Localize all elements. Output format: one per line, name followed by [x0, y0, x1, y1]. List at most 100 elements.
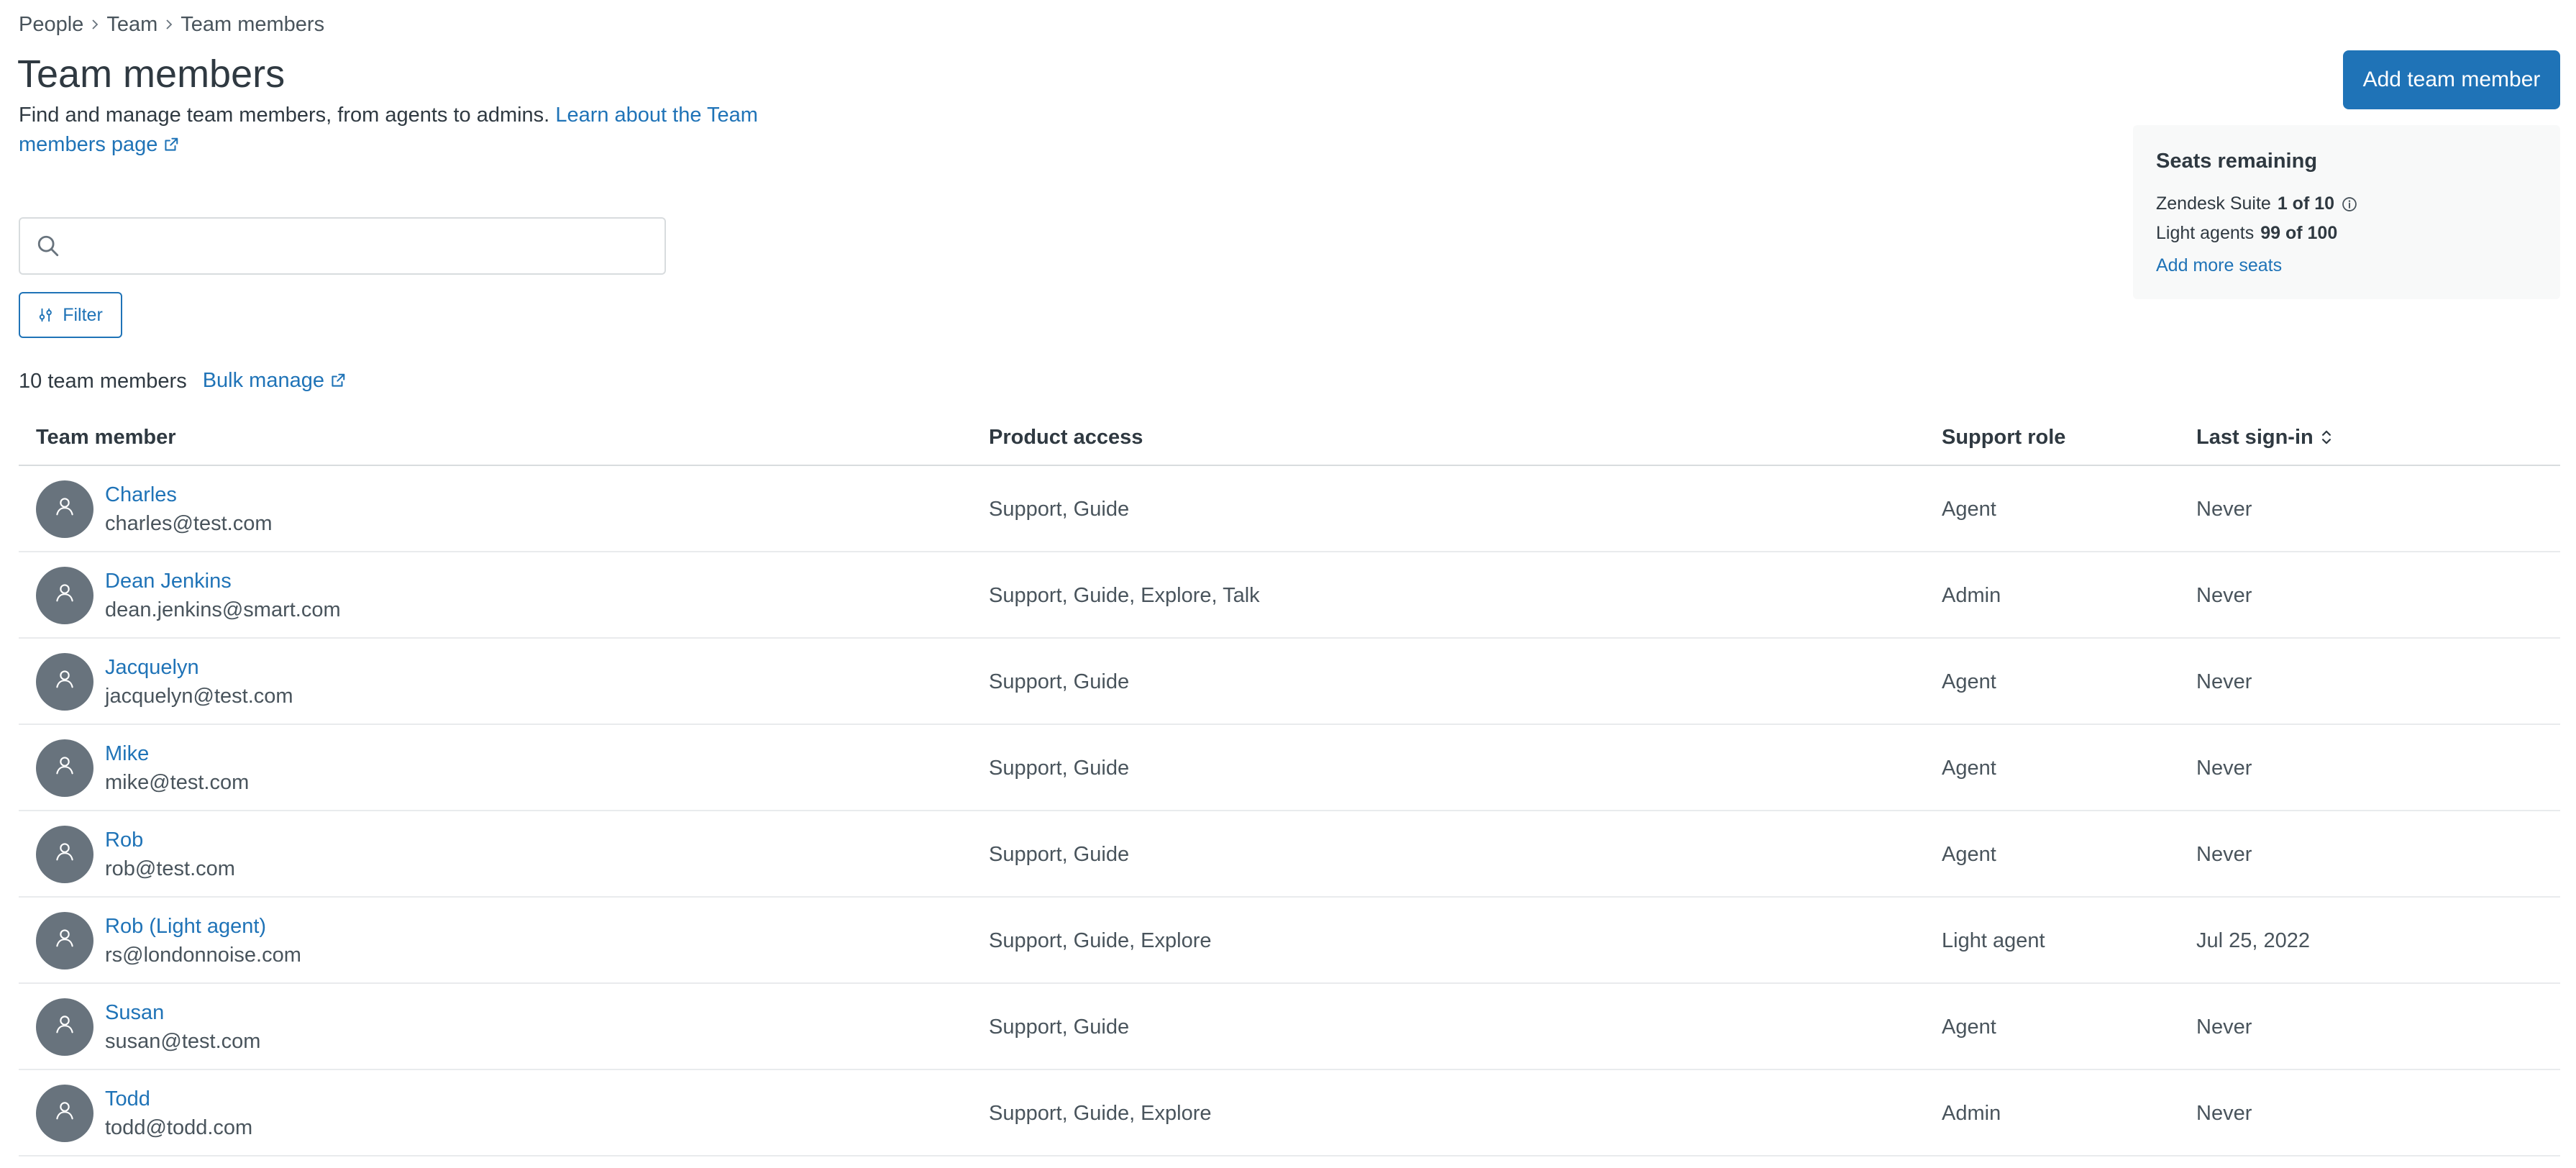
last-sign-in-cell: Jul 25, 2022 [2196, 929, 2311, 952]
breadcrumb-team[interactable]: Team [106, 13, 157, 37]
light-agent-seats-row: Light agents 99 of 100 [2156, 219, 2537, 248]
table-row: Charles charles@test.com Support, Guide … [19, 466, 2560, 552]
summary-line: 10 team members Bulk manage [19, 367, 346, 396]
avatar [36, 739, 93, 797]
support-role-cell: Agent [1942, 1015, 1996, 1039]
suite-seats-label: Zendesk Suite [2156, 193, 2271, 214]
product-access-cell: Support, Guide [989, 842, 1130, 866]
table-row: Todd todd@todd.com Support, Guide, Explo… [19, 1070, 2560, 1156]
support-role-cell: Admin [1942, 583, 2001, 607]
member-cell: Dean Jenkins dean.jenkins@smart.com [36, 552, 341, 639]
search-input[interactable] [72, 233, 650, 259]
member-email: rob@test.com [105, 857, 235, 880]
member-email: charles@test.com [105, 512, 273, 535]
breadcrumb: People Team Team members [19, 10, 324, 39]
table-body: Charles charles@test.com Support, Guide … [19, 466, 2560, 1156]
suite-seats-value: 1 of 10 [2277, 193, 2335, 214]
table-row: Dean Jenkins dean.jenkins@smart.com Supp… [19, 552, 2560, 639]
filter-icon [38, 307, 54, 323]
bulk-manage-label: Bulk manage [202, 368, 324, 392]
filter-label: Filter [63, 304, 103, 325]
support-role-cell: Agent [1942, 756, 1996, 780]
chevron-right-icon [83, 19, 106, 30]
last-sign-in-label: Last sign-in [2196, 425, 2314, 449]
avatar [36, 826, 93, 883]
avatar [36, 653, 93, 711]
user-icon [52, 580, 77, 611]
column-header-last-sign-in[interactable]: Last sign-in [2196, 410, 2334, 465]
page-title: Team members [17, 53, 286, 96]
product-access-cell: Support, Guide, Explore [989, 1101, 1212, 1125]
member-email: susan@test.com [105, 1030, 261, 1053]
external-link-icon [330, 370, 346, 394]
last-sign-in-cell: Never [2196, 583, 2252, 607]
user-icon [52, 839, 77, 870]
last-sign-in-cell: Never [2196, 842, 2252, 866]
member-email: dean.jenkins@smart.com [105, 598, 341, 621]
support-role-cell: Agent [1942, 670, 1996, 693]
bulk-manage-link[interactable]: Bulk manage [203, 369, 346, 394]
seats-remaining-panel: Seats remaining Zendesk Suite 1 of 10 Li… [2133, 125, 2560, 299]
avatar [36, 912, 93, 969]
last-sign-in-cell: Never [2196, 497, 2252, 521]
product-access-cell: Support, Guide [989, 497, 1130, 521]
user-icon [52, 494, 77, 524]
member-cell: Susan susan@test.com [36, 984, 260, 1070]
avatar [36, 480, 93, 538]
filter-button[interactable]: Filter [19, 292, 122, 338]
seats-title: Seats remaining [2156, 150, 2318, 173]
product-access-cell: Support, Guide [989, 670, 1130, 693]
add-team-member-button[interactable]: Add team member [2343, 50, 2560, 109]
member-name-link[interactable]: Dean Jenkins [105, 567, 341, 596]
member-cell: Todd todd@todd.com [36, 1070, 252, 1156]
column-header-support-role: Support role [1942, 425, 2066, 449]
user-icon [52, 926, 77, 956]
member-name-link[interactable]: Susan [105, 998, 260, 1027]
user-icon [52, 667, 77, 697]
member-email: mike@test.com [105, 771, 250, 794]
team-members-table: Team member Product access Support role … [19, 410, 2560, 1156]
page-description: Find and manage team members, from agent… [19, 101, 795, 161]
table-row: Mike mike@test.com Support, Guide Agent … [19, 725, 2560, 811]
table-row: Jacquelyn jacquelyn@test.com Support, Gu… [19, 639, 2560, 725]
support-role-cell: Admin [1942, 1101, 2001, 1125]
member-email: rs@londonnoise.com [105, 944, 301, 967]
last-sign-in-cell: Never [2196, 1015, 2252, 1039]
breadcrumb-people[interactable]: People [19, 13, 83, 37]
table-header: Team member Product access Support role … [19, 410, 2560, 466]
sort-icon[interactable] [2319, 428, 2334, 447]
description-text: Find and manage team members, from agent… [19, 104, 550, 127]
column-header-team-member: Team member [36, 425, 176, 449]
member-cell: Charles charles@test.com [36, 466, 273, 552]
member-name-link[interactable]: Mike [105, 739, 249, 768]
user-icon [52, 1012, 77, 1042]
suite-seats-row: Zendesk Suite 1 of 10 [2156, 189, 2537, 219]
member-cell: Jacquelyn jacquelyn@test.com [36, 639, 293, 725]
member-cell: Rob rob@test.com [36, 811, 235, 898]
product-access-cell: Support, Guide, Explore [989, 929, 1212, 952]
member-email: todd@todd.com [105, 1116, 253, 1139]
member-email: jacquelyn@test.com [105, 685, 293, 708]
search-box [19, 217, 666, 275]
column-header-product-access: Product access [989, 425, 1143, 449]
external-link-icon [163, 132, 179, 161]
avatar [36, 1085, 93, 1142]
member-name-link[interactable]: Todd [105, 1085, 252, 1113]
avatar [36, 998, 93, 1056]
user-icon [52, 1098, 77, 1128]
product-access-cell: Support, Guide [989, 1015, 1130, 1039]
support-role-cell: Agent [1942, 842, 1996, 866]
product-access-cell: Support, Guide [989, 756, 1130, 780]
table-row: Susan susan@test.com Support, Guide Agen… [19, 984, 2560, 1070]
member-name-link[interactable]: Jacquelyn [105, 653, 293, 682]
light-agent-seats-label: Light agents [2156, 223, 2255, 243]
support-role-cell: Agent [1942, 497, 1996, 521]
user-icon [52, 753, 77, 783]
member-name-link[interactable]: Rob (Light agent) [105, 912, 301, 941]
chevron-right-icon [157, 19, 181, 30]
add-more-seats-link[interactable]: Add more seats [2156, 255, 2282, 275]
member-name-link[interactable]: Charles [105, 480, 273, 509]
member-name-link[interactable]: Rob [105, 826, 235, 854]
team-members-page: People Team Team members Team members Fi… [0, 0, 2576, 1168]
info-icon[interactable] [2342, 196, 2357, 212]
